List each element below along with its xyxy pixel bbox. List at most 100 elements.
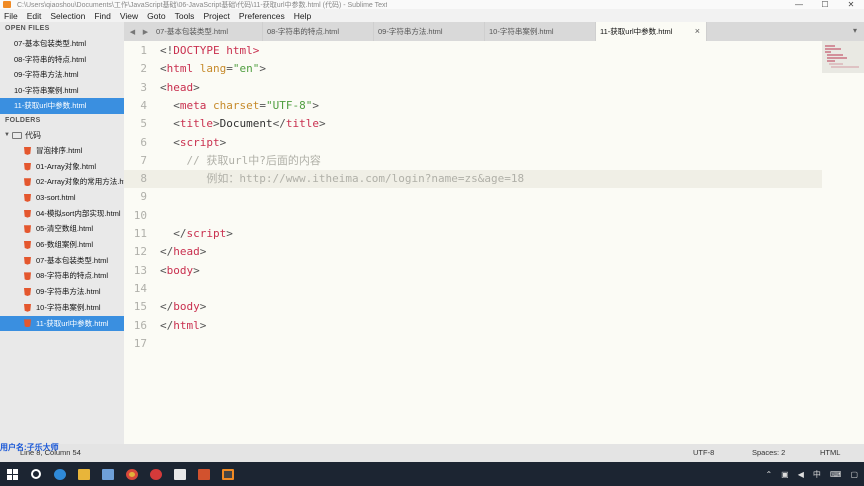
html5-file-icon <box>24 146 31 155</box>
editor-tab[interactable]: 11-获取url中参数.html × <box>596 22 707 41</box>
folder-root[interactable]: ▼ 代码 <box>0 128 124 143</box>
folder-file-item[interactable]: 02-Array对象的常用方法.html <box>0 174 124 190</box>
line-number: 16 <box>133 318 147 332</box>
code-line-11: </script> <box>173 227 233 240</box>
edge-icon <box>54 468 66 480</box>
volume-icon[interactable]: ◀ <box>798 470 804 479</box>
minimize-button[interactable]: — <box>786 0 812 9</box>
menu-goto[interactable]: Goto <box>147 11 165 21</box>
powerpoint-icon <box>198 468 210 480</box>
html5-file-icon <box>24 303 31 312</box>
html5-file-icon <box>24 240 31 249</box>
tab-label: 10-字符串案例.html <box>489 27 554 36</box>
open-file-item[interactable]: 11-获取url中参数.html <box>0 98 124 114</box>
menu-project[interactable]: Project <box>203 11 229 21</box>
code-line-12: </head> <box>160 245 207 259</box>
taskbar-chrome[interactable] <box>120 462 144 486</box>
open-file-item[interactable]: 08-字符串的特点.html <box>0 52 124 68</box>
html5-file-icon <box>24 272 31 281</box>
maximize-button[interactable]: ☐ <box>812 0 838 9</box>
tab-bar-fill: ▾ <box>707 22 864 41</box>
minimap[interactable] <box>822 41 864 444</box>
folder-file-item[interactable]: 08-字符串的特点.html <box>0 268 124 284</box>
menu-find[interactable]: Find <box>94 11 111 21</box>
file-label: 11-获取url中参数.html <box>36 318 109 328</box>
file-label: 06-数组案例.html <box>36 240 94 250</box>
taskbar-edge[interactable] <box>48 462 72 486</box>
taskbar-store[interactable] <box>96 462 120 486</box>
window-icon <box>174 468 186 480</box>
line-number: 8 <box>140 172 147 186</box>
minimap-line <box>825 45 835 47</box>
file-label: 02-Array对象的常用方法.html <box>36 177 124 187</box>
line-number: 2 <box>140 62 147 76</box>
code-editor[interactable]: 1 2 3 4 5 6 7 8 9 10 11 12 13 14 15 16 17 <!DOCTYPE html… <box>124 41 822 444</box>
notification-icon[interactable]: ▢ <box>850 470 858 479</box>
taskbar-window[interactable] <box>168 462 192 486</box>
folder-file-item[interactable]: 07-基本包装类型.html <box>0 253 124 269</box>
taskbar-sublime[interactable] <box>216 462 240 486</box>
folder-file-item[interactable]: 05-清空数组.html <box>0 221 124 237</box>
minimap-line <box>827 54 843 56</box>
menu-view[interactable]: View <box>120 11 138 21</box>
start-button[interactable] <box>0 462 24 486</box>
code-line-8: 例如：http://www.itheima.com/login?name=zs&… <box>206 172 525 186</box>
file-label: 05-清空数组.html <box>36 224 94 234</box>
menu-bar: File Edit Selection Find View Goto Tools… <box>0 9 864 22</box>
tray-up-arrow-icon[interactable]: ⌃ <box>765 470 772 479</box>
tab-label: 08-字符串的特点.html <box>267 27 340 36</box>
minimap-line <box>825 51 831 53</box>
editor-tab[interactable]: 07-基本包装类型.html <box>152 22 263 41</box>
open-file-item[interactable]: 09-字符串方法.html <box>0 67 124 83</box>
file-label: 03-sort.html <box>36 193 76 203</box>
line-number: 14 <box>133 281 147 295</box>
minimap-line <box>831 66 859 68</box>
folder-file-item[interactable]: 03-sort.html <box>0 190 124 206</box>
folder-file-item[interactable]: 01-Array对象.html <box>0 159 124 175</box>
taskbar-powerpoint[interactable] <box>192 462 216 486</box>
taskbar-explorer[interactable] <box>72 462 96 486</box>
network-icon[interactable]: ▣ <box>781 470 789 479</box>
line-number: 5 <box>140 117 147 131</box>
keyboard-icon[interactable]: ⌨ <box>830 470 842 479</box>
tab-prev-icon[interactable]: ◀ <box>130 28 135 36</box>
user-watermark: 用户名:子乐大师 <box>0 443 59 452</box>
taskbar: ⌃ ▣ ◀ 中 ⌨ ▢ <box>0 462 864 486</box>
file-label: 01-Array对象.html <box>36 161 97 171</box>
code-line-7: // 获取url中?后面的内容 <box>186 153 321 167</box>
indentation-indicator[interactable]: Spaces: 2 <box>752 448 785 457</box>
menu-edit[interactable]: Edit <box>27 11 42 21</box>
tab-next-icon[interactable]: ▶ <box>143 28 148 36</box>
tab-dropdown-icon[interactable]: ▾ <box>853 26 857 35</box>
editor-tab[interactable]: 09-字符串方法.html <box>374 22 485 41</box>
tab-close-icon[interactable]: × <box>695 26 700 36</box>
folder-file-item[interactable]: 10-字符串案例.html <box>0 300 124 316</box>
encoding-indicator[interactable]: UTF-8 <box>693 448 714 457</box>
menu-file[interactable]: File <box>4 11 18 21</box>
folder-file-item[interactable]: 冒泡排序.html <box>0 143 124 159</box>
menu-tools[interactable]: Tools <box>175 11 195 21</box>
folder-file-item[interactable]: 06-数组案例.html <box>0 237 124 253</box>
editor-tab[interactable]: 10-字符串案例.html <box>485 22 596 41</box>
ime-indicator[interactable]: 中 <box>813 469 821 480</box>
search-button[interactable] <box>24 462 48 486</box>
folder-file-item[interactable]: 11-获取url中参数.html <box>0 315 124 332</box>
code-line-1: <!DOCTYPE html> <box>160 44 260 57</box>
open-file-item[interactable]: 07-基本包装类型.html <box>0 36 124 52</box>
close-window-button[interactable]: ✕ <box>838 0 864 9</box>
open-files-heading: OPEN FILES <box>5 25 50 32</box>
syntax-indicator[interactable]: HTML <box>820 448 840 457</box>
line-number: 13 <box>133 263 147 277</box>
code-line-5: <title>Document</title> <box>173 117 326 131</box>
folder-file-item[interactable]: 09-字符串方法.html <box>0 284 124 300</box>
menu-selection[interactable]: Selection <box>50 11 85 21</box>
code-line-16: </html> <box>160 318 207 332</box>
menu-help[interactable]: Help <box>294 11 311 21</box>
open-file-item[interactable]: 10-字符串案例.html <box>0 83 124 99</box>
folder-file-item[interactable]: 04-模拟sort内部实现.html <box>0 206 124 222</box>
editor-tab[interactable]: 08-字符串的特点.html <box>263 22 374 41</box>
menu-preferences[interactable]: Preferences <box>239 11 285 21</box>
taskbar-recorder[interactable] <box>144 462 168 486</box>
title-bar: C:\Users\qiaoshou\Documents\工作\JavaScrip… <box>0 0 864 9</box>
expand-arrow-icon: ▼ <box>4 131 10 138</box>
